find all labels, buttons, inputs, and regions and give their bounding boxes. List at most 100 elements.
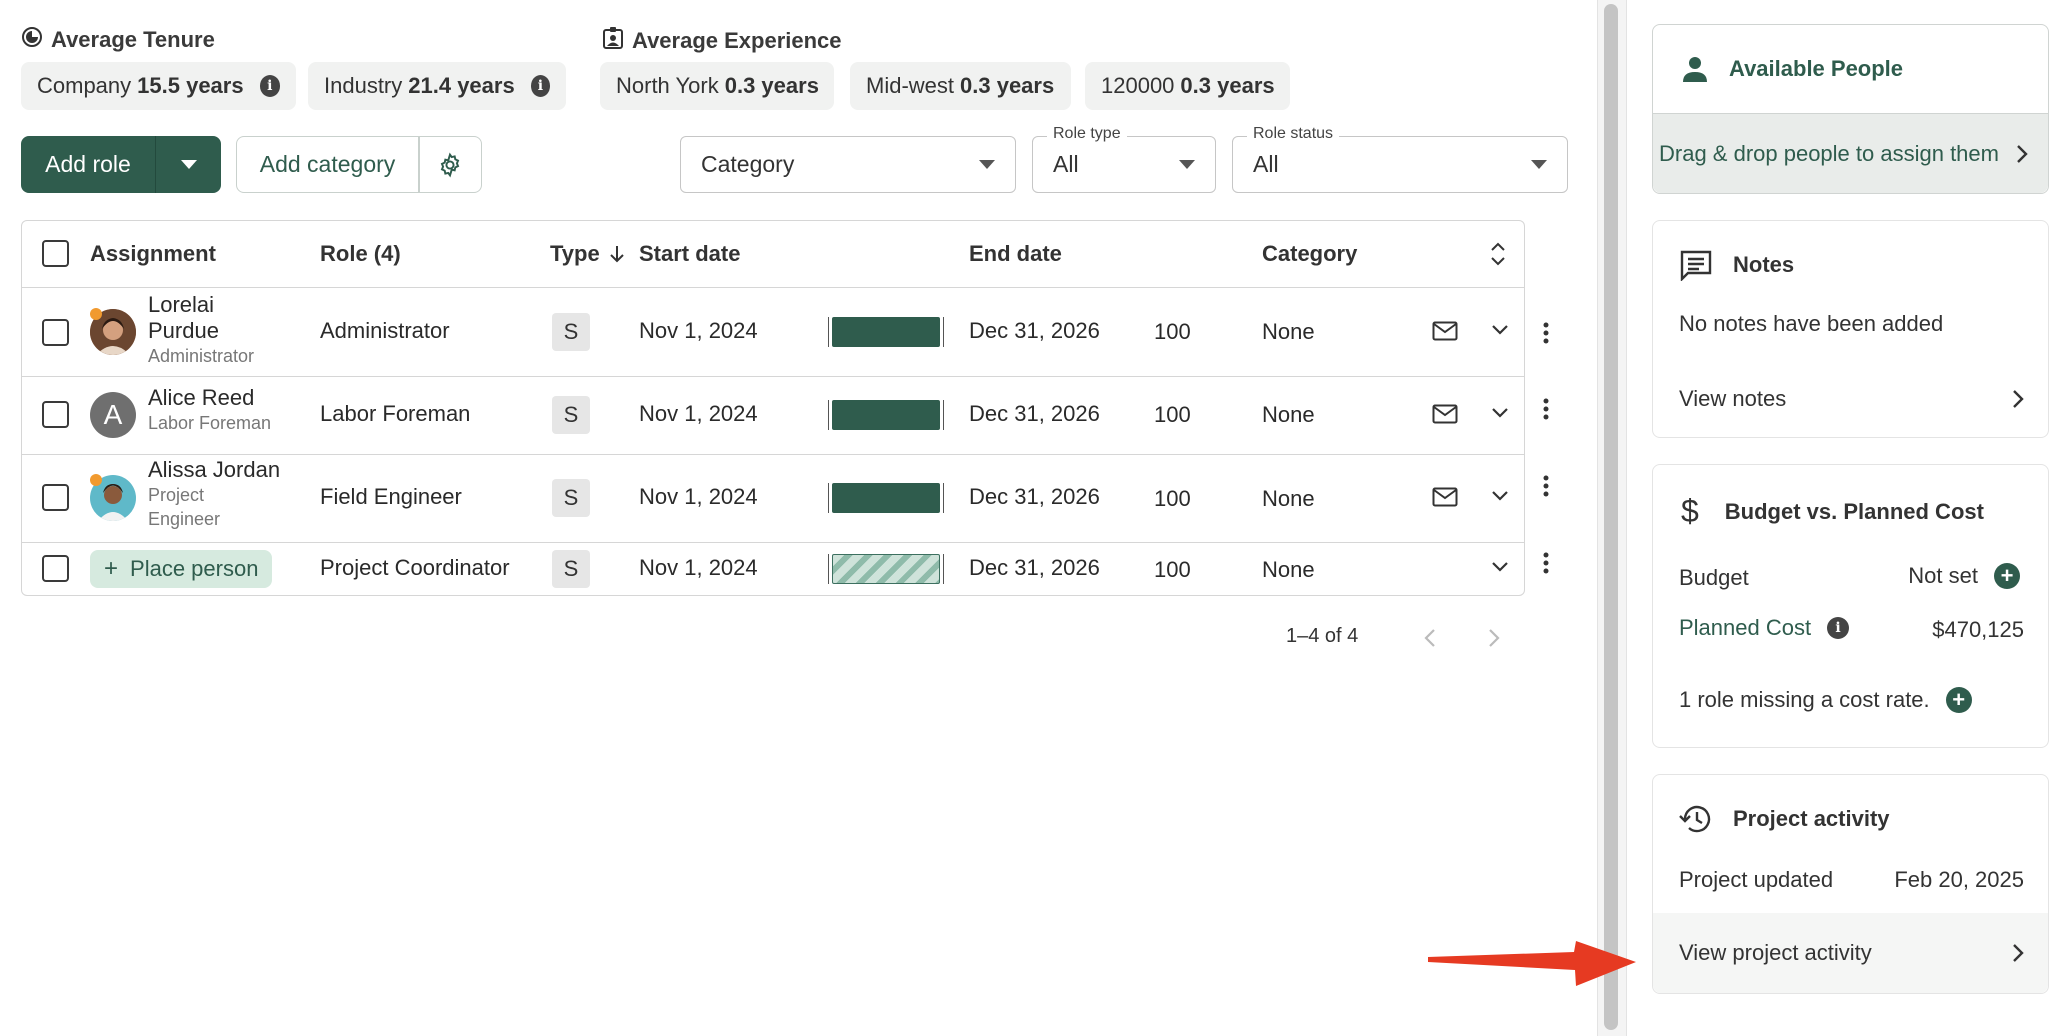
chevron-right-icon[interactable]	[1482, 624, 1506, 652]
start-date: Nov 1, 2024	[639, 555, 758, 580]
add-budget-icon[interactable]: +	[1994, 563, 2020, 589]
category-select[interactable]: Category	[680, 136, 1016, 193]
chevron-down-icon[interactable]	[1488, 401, 1512, 425]
header-type[interactable]: Type	[550, 241, 628, 267]
notes-icon	[1680, 250, 1712, 281]
start-date: Nov 1, 2024	[639, 318, 758, 343]
header-assignment[interactable]: Assignment	[90, 241, 216, 267]
row-checkbox[interactable]	[42, 401, 69, 428]
row-checkbox[interactable]	[42, 555, 69, 582]
pagination-label: 1–4 of 4	[1286, 625, 1359, 647]
more-vertical-icon[interactable]	[1536, 471, 1556, 501]
row-checkbox[interactable]	[42, 484, 69, 511]
end-date: Dec 31, 2026	[969, 555, 1100, 580]
person-name[interactable]: Alice Reed	[148, 385, 271, 411]
category-value: None	[1262, 319, 1315, 344]
average-experience-title: Average Experience	[602, 26, 842, 56]
caret-down-icon	[1179, 160, 1195, 169]
project-activity-title: Project activity	[1733, 806, 1890, 831]
chevron-right-icon	[2017, 144, 2028, 163]
drag-drop-hint-link[interactable]: Drag & drop people to assign them	[1653, 113, 2048, 193]
mail-icon[interactable]	[1430, 399, 1460, 429]
header-end-date[interactable]: End date	[969, 241, 1062, 267]
expand-collapse-all-icon[interactable]	[1485, 241, 1511, 267]
person-name[interactable]: Lorelai	[148, 292, 254, 318]
chevron-right-icon	[2013, 944, 2024, 962]
allocation-percent: 100	[1154, 319, 1191, 344]
allocation-percent: 100	[1154, 557, 1191, 582]
view-project-activity-link[interactable]: View project activity	[1653, 913, 2048, 993]
project-updated-date: Feb 20, 2025	[1894, 867, 2024, 892]
more-vertical-icon[interactable]	[1536, 394, 1556, 424]
allocation-percent: 100	[1154, 402, 1191, 427]
red-arrow-annotation	[1428, 941, 1636, 986]
dollar-icon: $	[1681, 493, 1699, 529]
timeline-bar-unfilled	[828, 554, 944, 584]
status-dot	[90, 474, 102, 486]
type-badge: S	[552, 396, 590, 434]
info-icon[interactable]: i	[530, 75, 550, 97]
role-type-select[interactable]: Role type All	[1032, 125, 1216, 193]
timeline-bar	[828, 317, 944, 347]
more-vertical-icon[interactable]	[1536, 318, 1556, 348]
table-row[interactable]: Alissa Jordan Project Engineer Field Eng…	[22, 455, 1524, 543]
available-people-card: Available People Drag & drop people to a…	[1652, 24, 2049, 194]
chevron-down-icon[interactable]	[1488, 484, 1512, 508]
north-york-experience-chip: North York 0.3 years	[600, 62, 834, 110]
avatar: A	[90, 392, 136, 438]
select-all-checkbox[interactable]	[42, 240, 69, 267]
notes-card: Notes No notes have been added View note…	[1652, 220, 2049, 438]
place-person-button[interactable]: + Place person	[90, 550, 273, 588]
role-status-select[interactable]: Role status All	[1232, 125, 1568, 193]
header-category[interactable]: Category	[1262, 241, 1357, 267]
project-updated-label: Project updated	[1679, 867, 1834, 892]
budget-title: Budget vs. Planned Cost	[1724, 498, 1984, 524]
mail-icon[interactable]	[1430, 316, 1460, 346]
category-value: None	[1262, 402, 1315, 427]
budget-label: Budget	[1679, 565, 1749, 590]
caret-down-icon	[1531, 160, 1547, 169]
assignments-table: Assignment Role (4) Type Start date End …	[21, 220, 1525, 596]
role-name: Administrator	[320, 318, 450, 343]
table-row[interactable]: + Place person Project Coordinator S Nov…	[22, 543, 1524, 595]
gear-icon	[440, 152, 460, 177]
category-value: None	[1262, 557, 1315, 582]
average-tenure-title: Average Tenure	[21, 26, 215, 54]
start-date: Nov 1, 2024	[639, 484, 758, 509]
add-category-group: Add category	[236, 136, 482, 193]
role-name: Labor Foreman	[320, 401, 471, 426]
timeline-bar	[828, 483, 944, 513]
add-cost-rate-icon[interactable]: +	[1945, 687, 1972, 713]
start-date: Nov 1, 2024	[639, 401, 758, 426]
add-category-button[interactable]: Add category	[237, 151, 418, 178]
planned-cost-link[interactable]: Planned Cost	[1679, 615, 1811, 641]
person-name-line2[interactable]: Purdue	[148, 318, 254, 344]
planned-cost-value: $470,125	[1932, 617, 2024, 642]
person-name[interactable]: Alissa Jordan	[148, 457, 280, 483]
mail-icon[interactable]	[1430, 482, 1460, 512]
view-notes-link[interactable]: View notes	[1653, 359, 2048, 439]
chevron-left-icon[interactable]	[1418, 624, 1442, 652]
status-dot	[90, 308, 102, 320]
table-row[interactable]: A Alice Reed Labor Foreman Labor Foreman…	[22, 377, 1524, 455]
more-vertical-icon[interactable]	[1536, 548, 1556, 578]
add-role-button[interactable]: Add role	[21, 151, 155, 178]
header-role[interactable]: Role (4)	[320, 241, 401, 267]
info-icon[interactable]: i	[259, 75, 280, 97]
header-start-date[interactable]: Start date	[639, 241, 740, 267]
role-name: Project Coordinator	[320, 555, 510, 580]
chevron-right-icon	[2013, 390, 2024, 408]
row-checkbox[interactable]	[42, 319, 69, 346]
info-icon[interactable]: i	[1827, 617, 1850, 639]
person-subtitle: Administrator	[148, 346, 255, 366]
table-row[interactable]: Lorelai Purdue Administrator Administrat…	[22, 288, 1524, 377]
region-120000-experience-chip: 120000 0.3 years	[1085, 62, 1290, 110]
chevron-down-icon[interactable]	[1488, 555, 1512, 579]
add-role-dropdown-button[interactable]	[156, 136, 221, 193]
missing-rate-text: 1 role missing a cost rate.	[1679, 687, 1930, 712]
notes-empty-text: No notes have been added	[1679, 311, 1944, 336]
category-settings-button[interactable]	[420, 152, 482, 178]
scrollbar-thumb[interactable]	[1604, 4, 1618, 1030]
chevron-down-icon[interactable]	[1488, 318, 1512, 342]
type-badge: S	[552, 550, 590, 588]
